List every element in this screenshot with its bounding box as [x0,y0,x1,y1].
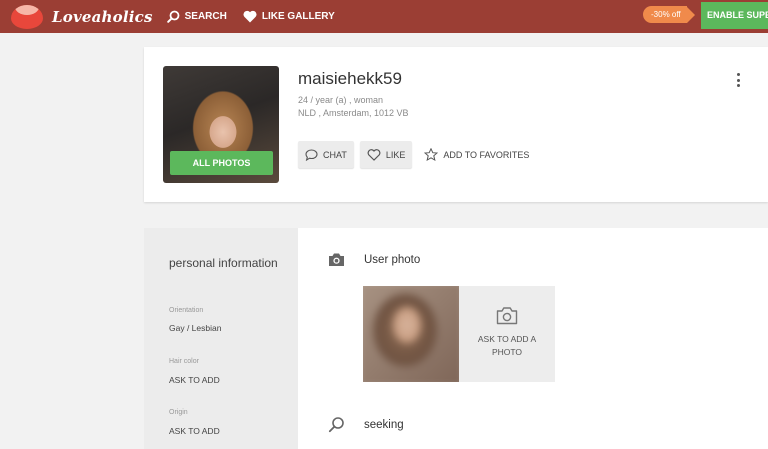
orientation-label: Orientation [169,307,204,314]
blurred-user-photo[interactable] [363,286,459,382]
profile-actions: CHAT LIKE ADD TO FAVORITES [298,141,529,168]
discount-arrow-icon [686,6,695,23]
discount-badge[interactable]: -30% off [643,6,695,23]
top-navigation-bar: Loveaholics SEARCH LIKE GALLERY -30% off… [0,0,768,33]
personal-info-panel: personal information Orientation Gay / L… [144,228,298,449]
ask-to-add-photo-label: ASK TO ADD A PHOTO [477,334,537,357]
hair-color-ask-link[interactable]: ASK TO ADD [169,375,220,385]
add-to-favorites-label: ADD TO FAVORITES [443,149,530,160]
all-photos-button[interactable]: ALL PHOTOS [170,151,273,175]
chat-button-label: CHAT [323,149,347,160]
seeking-heading: seeking [364,418,404,431]
blurred-photo-image [363,286,459,382]
camera-icon [329,253,344,266]
origin-ask-link[interactable]: ASK TO ADD [169,426,220,436]
nav-like-gallery-label: LIKE GALLERY [261,11,335,22]
add-to-favorites-button[interactable]: ADD TO FAVORITES [424,148,529,161]
more-options-icon[interactable] [735,73,741,87]
personal-info-title: personal information [169,256,278,270]
main-content-panel: User photo ASK TO ADD A PHOTO seeking [298,228,768,449]
profile-photo[interactable]: ALL PHOTOS [163,66,279,183]
nav-search-label: SEARCH [184,11,227,22]
logo-heart-icon [11,4,43,29]
hair-color-label: Hair color [169,358,199,365]
profile-card: ALL PHOTOS maisiehekk59 24 / year (a) , … [144,47,768,202]
origin-label: Origin [169,409,188,416]
discount-badge-label: -30% off [643,6,687,23]
chat-bubble-icon [305,148,318,161]
search-icon [166,10,180,23]
brand-name: Loveaholics [52,7,153,26]
nav-like-gallery[interactable]: LIKE GALLERY [243,10,335,23]
seeking-section-header: seeking [328,416,404,433]
user-photo-heading: User photo [364,253,421,266]
profile-age-gender: 24 / year (a) , woman [298,95,384,105]
like-button[interactable]: LIKE [359,141,413,168]
search-icon [328,417,344,433]
heart-icon [243,10,257,23]
heart-outline-icon [367,148,381,161]
chat-button[interactable]: CHAT [298,141,354,168]
ask-to-add-photo-tile[interactable]: ASK TO ADD A PHOTO [459,286,555,382]
nav-search[interactable]: SEARCH [166,10,227,23]
star-icon [424,148,439,161]
user-photo-section-header: User photo [328,252,420,267]
brand-logo[interactable]: Loveaholics [11,4,153,29]
like-button-label: LIKE [385,149,406,160]
enable-super-button[interactable]: ENABLE SUPER [701,2,768,29]
profile-location: NLD , Amsterdam, 1012 VB [298,108,409,118]
profile-details: 24 / year (a) , woman NLD , Amsterdam, 1… [298,94,409,120]
camera-outline-icon [496,307,518,325]
profile-username: maisiehekk59 [298,69,402,88]
orientation-value: Gay / Lesbian [169,323,222,333]
